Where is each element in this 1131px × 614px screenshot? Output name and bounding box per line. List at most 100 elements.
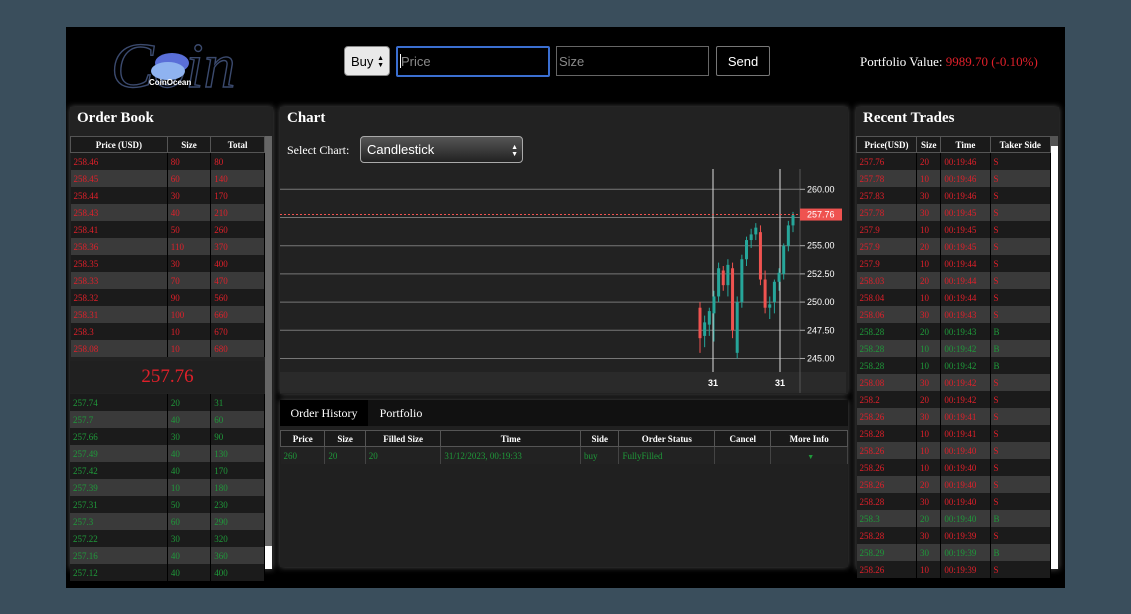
candle-body[interactable] (731, 268, 735, 331)
table-row[interactable]: 258.41 50 260 (70, 221, 265, 238)
table-row[interactable]: 257.9 10 00:19:44 S (856, 255, 1052, 272)
candle-body[interactable] (782, 245, 786, 274)
table-row[interactable]: 258.3 10 670 (70, 323, 265, 340)
table-row[interactable]: 258.26 30 00:19:41 S (856, 408, 1052, 425)
candle-body[interactable] (786, 225, 790, 246)
table-row[interactable]: 258.26 10 00:19:39 S (856, 561, 1052, 578)
column-header[interactable]: Side (579, 430, 620, 447)
candle-body[interactable] (745, 240, 748, 260)
table-row[interactable]: 258.46 80 80 (70, 152, 265, 170)
table-row[interactable]: 258.2 20 00:19:42 S (856, 391, 1052, 408)
column-header[interactable]: More Info (770, 430, 848, 447)
table-row[interactable]: 257.74 20 31 (70, 394, 265, 411)
table-row[interactable]: 258.45 60 140 (70, 170, 265, 187)
table-row[interactable]: 258.04 10 00:19:44 S (856, 289, 1052, 306)
table-row[interactable]: 257.7 40 60 (70, 411, 265, 428)
send-button[interactable]: Send (716, 46, 770, 76)
column-header[interactable]: Filled Size (364, 430, 442, 447)
order-book-scrollbar[interactable] (265, 136, 272, 569)
side-select[interactable]: Buy ▲ ▼ (344, 46, 390, 76)
candle-body[interactable] (740, 259, 744, 303)
table-row[interactable]: 258.06 30 00:19:43 S (856, 306, 1052, 323)
table-row[interactable]: 258.31 100 660 (70, 306, 265, 323)
table-row[interactable]: 258.26 10 00:19:40 S (856, 442, 1052, 459)
table-row[interactable]: 257.22 30 320 (70, 530, 265, 547)
candle-body[interactable] (712, 296, 716, 314)
table-row[interactable]: 257.9 20 00:19:45 S (856, 238, 1052, 255)
candle-body[interactable] (735, 302, 739, 353)
table-row[interactable]: 258.28 10 00:19:41 S (856, 425, 1052, 442)
table-row[interactable]: 258.33 70 470 (70, 272, 265, 289)
candle-body[interactable] (749, 234, 753, 241)
column-header[interactable]: Size (324, 430, 366, 447)
table-row[interactable]: 257.42 40 170 (70, 462, 265, 479)
table-row[interactable]: 257.83 30 00:19:46 S (856, 187, 1052, 204)
table-row[interactable]: 258.08 30 00:19:42 S (856, 374, 1052, 391)
coinocean-logo[interactable]: Coin CoinOcean (106, 29, 256, 93)
table-row[interactable]: 260 20 20 31/12/2023, 00:19:33 buy FullyFille… (280, 446, 848, 464)
table-row[interactable]: 258.28 10 00:19:42 B (856, 357, 1052, 374)
column-header[interactable]: Total (210, 136, 265, 153)
column-header[interactable]: Size (915, 136, 942, 153)
column-header[interactable]: Price(USD) (856, 136, 917, 153)
column-header[interactable]: Time (440, 430, 581, 447)
tab-portfolio[interactable]: Portfolio (368, 400, 434, 426)
table-row[interactable]: 257.31 50 230 (70, 496, 265, 513)
table-row[interactable]: 258.28 30 00:19:40 S (856, 493, 1052, 510)
table-row[interactable]: 258.29 30 00:19:39 B (856, 544, 1052, 561)
table-cell: 10 (916, 289, 942, 306)
table-row[interactable]: 258.3 20 00:19:40 B (856, 510, 1052, 527)
table-row[interactable]: 258.36 110 370 (70, 238, 265, 255)
column-header[interactable]: Order Status (618, 430, 716, 447)
candle-body[interactable] (754, 227, 758, 235)
table-row[interactable]: 258.08 10 680 (70, 340, 265, 357)
table-row[interactable]: 258.26 10 00:19:40 S (856, 459, 1052, 476)
table-row[interactable]: 257.66 30 90 (70, 428, 265, 445)
table-row[interactable]: 258.28 10 00:19:42 B (856, 340, 1052, 357)
table-row[interactable]: 258.28 20 00:19:43 B (856, 323, 1052, 340)
column-header[interactable]: Cancel (714, 430, 772, 447)
candle-body[interactable] (707, 311, 711, 325)
table-row[interactable]: 258.28 30 00:19:39 S (856, 527, 1052, 544)
table-row[interactable]: 257.76 20 00:19:46 S (856, 152, 1052, 170)
table-row[interactable]: 257.9 10 00:19:45 S (856, 221, 1052, 238)
candle-body[interactable] (772, 281, 776, 303)
table-row[interactable]: 258.26 20 00:19:40 S (856, 476, 1052, 493)
table-row[interactable]: 257.39 10 180 (70, 479, 265, 496)
table-row[interactable]: 257.78 30 00:19:45 S (856, 204, 1052, 221)
candle-body[interactable] (698, 307, 702, 339)
table-row[interactable]: 257.49 40 130 (70, 445, 265, 462)
table-row[interactable]: 258.35 30 400 (70, 255, 265, 272)
column-header[interactable]: Price (USD) (70, 136, 168, 153)
chart-type-select[interactable]: Candlestick ▲ ▼ (360, 136, 523, 163)
tab-order-history[interactable]: Order History (280, 400, 368, 426)
candle-body[interactable] (717, 268, 721, 297)
table-row[interactable]: 257.16 40 360 (70, 547, 265, 564)
column-header[interactable]: Price (279, 430, 326, 447)
candlestick-chart[interactable]: 260.00257.50255.00252.50250.00247.50245.… (280, 169, 846, 393)
table-row[interactable]: 257.78 10 00:19:46 S (856, 170, 1052, 187)
size-input[interactable]: Size (556, 46, 709, 76)
table-row[interactable]: 258.03 20 00:19:44 S (856, 272, 1052, 289)
table-row[interactable]: 258.44 30 170 (70, 187, 265, 204)
candle-body[interactable] (721, 270, 725, 286)
candle-body[interactable] (777, 272, 781, 282)
recent-trades-scroll-thumb[interactable] (1051, 146, 1058, 569)
candle-body[interactable] (768, 304, 772, 308)
column-header[interactable]: Size (166, 136, 212, 153)
candle-body[interactable] (726, 264, 730, 286)
candle-body[interactable] (758, 232, 762, 280)
column-header[interactable]: Taker Side (989, 136, 1052, 153)
table-row[interactable]: 258.43 40 210 (70, 204, 265, 221)
table-row[interactable]: 258.32 90 560 (70, 289, 265, 306)
table-row[interactable]: 257.3 60 290 (70, 513, 265, 530)
candle-body[interactable] (703, 322, 707, 336)
candle-body[interactable] (763, 279, 767, 308)
recent-trades-scrollbar[interactable] (1051, 136, 1058, 569)
price-input[interactable]: Price (396, 46, 550, 77)
table-row[interactable]: 257.12 40 400 (70, 564, 265, 581)
order-book-scroll-thumb[interactable] (265, 546, 272, 569)
column-header[interactable]: Time (940, 136, 991, 153)
candle-body[interactable] (791, 215, 795, 226)
expand-arrow-icon[interactable]: ▼ (807, 453, 814, 461)
